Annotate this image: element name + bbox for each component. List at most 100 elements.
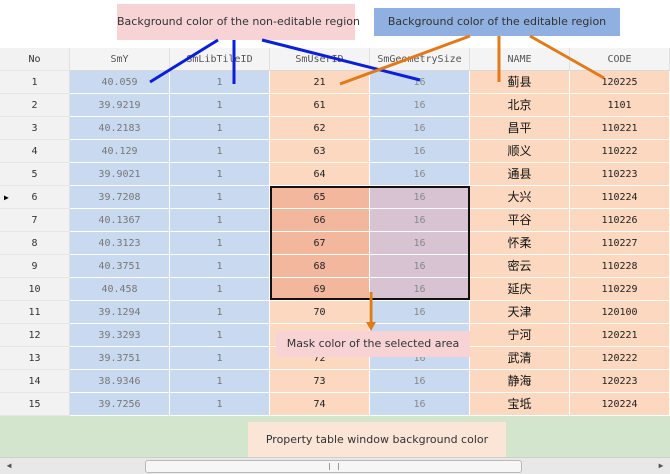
cell-smgeometrysize[interactable]: 16: [370, 71, 470, 94]
cell-code[interactable]: 120100: [570, 301, 670, 324]
cell-smgeometrysize[interactable]: 16: [370, 393, 470, 416]
cell-name[interactable]: 昌平: [470, 117, 570, 140]
cell-code[interactable]: 110221: [570, 117, 670, 140]
cell-name[interactable]: 平谷: [470, 209, 570, 232]
cell-name[interactable]: 延庆: [470, 278, 570, 301]
cell-name[interactable]: 顺义: [470, 140, 570, 163]
column-header-smuserid[interactable]: SmUserID: [270, 48, 370, 71]
cell-name[interactable]: 天津: [470, 301, 570, 324]
row-number[interactable]: 9: [0, 255, 70, 278]
cell-smy[interactable]: 39.9021: [70, 163, 170, 186]
cell-smuserid[interactable]: 73: [270, 370, 370, 393]
cell-smgeometrysize[interactable]: 16: [370, 140, 470, 163]
cell-code[interactable]: 110227: [570, 232, 670, 255]
cell-name[interactable]: 静海: [470, 370, 570, 393]
cell-smlibtileid[interactable]: 1: [170, 140, 270, 163]
column-header-no[interactable]: No: [0, 48, 70, 71]
cell-smy[interactable]: 39.3293: [70, 324, 170, 347]
cell-code[interactable]: 120222: [570, 347, 670, 370]
row-number[interactable]: 4: [0, 140, 70, 163]
cell-smlibtileid[interactable]: 1: [170, 163, 270, 186]
row-number[interactable]: 8: [0, 232, 70, 255]
cell-smlibtileid[interactable]: 1: [170, 117, 270, 140]
cell-smy[interactable]: 40.1367: [70, 209, 170, 232]
cell-smlibtileid[interactable]: 1: [170, 301, 270, 324]
cell-code[interactable]: 1101: [570, 94, 670, 117]
table-row[interactable]: 14 38.9346 1 73 16 静海 120223: [0, 370, 670, 393]
row-number[interactable]: 2: [0, 94, 70, 117]
cell-smuserid[interactable]: 61: [270, 94, 370, 117]
row-number[interactable]: 3: [0, 117, 70, 140]
cell-smy[interactable]: 40.3123: [70, 232, 170, 255]
cell-smlibtileid[interactable]: 1: [170, 186, 270, 209]
cell-code[interactable]: 110223: [570, 163, 670, 186]
table-row[interactable]: 4 40.129 1 63 16 顺义 110222: [0, 140, 670, 163]
scroll-right-arrow-icon[interactable]: ▶: [654, 459, 668, 473]
cell-code[interactable]: 110222: [570, 140, 670, 163]
cell-smy[interactable]: 39.1294: [70, 301, 170, 324]
cell-smy[interactable]: 40.3751: [70, 255, 170, 278]
table-row[interactable]: 1 40.059 1 21 16 蓟县 120225: [0, 71, 670, 94]
cell-code[interactable]: 110229: [570, 278, 670, 301]
row-number[interactable]: 15: [0, 393, 70, 416]
row-number[interactable]: 13: [0, 347, 70, 370]
row-number[interactable]: 1: [0, 71, 70, 94]
cell-smy[interactable]: 39.3751: [70, 347, 170, 370]
column-header-smlibtileid[interactable]: SmLibTileID: [170, 48, 270, 71]
cell-smlibtileid[interactable]: 1: [170, 347, 270, 370]
cell-code[interactable]: 120223: [570, 370, 670, 393]
cell-name[interactable]: 通县: [470, 163, 570, 186]
cell-name[interactable]: 宝坻: [470, 393, 570, 416]
column-header-smgeometrysize[interactable]: SmGeometrySize: [370, 48, 470, 71]
cell-smgeometrysize[interactable]: 16: [370, 370, 470, 393]
table-row[interactable]: 2 39.9219 1 61 16 北京 1101: [0, 94, 670, 117]
row-number[interactable]: 6 ▶: [0, 186, 70, 209]
cell-name[interactable]: 大兴: [470, 186, 570, 209]
cell-smlibtileid[interactable]: 1: [170, 255, 270, 278]
scroll-left-arrow-icon[interactable]: ◀: [2, 459, 16, 473]
cell-smuserid[interactable]: 21: [270, 71, 370, 94]
row-number[interactable]: 10: [0, 278, 70, 301]
horizontal-scrollbar[interactable]: ◀ ▶: [0, 457, 670, 474]
row-number[interactable]: 12: [0, 324, 70, 347]
cell-name[interactable]: 密云: [470, 255, 570, 278]
cell-code[interactable]: 120224: [570, 393, 670, 416]
cell-smlibtileid[interactable]: 1: [170, 232, 270, 255]
cell-smy[interactable]: 39.7208: [70, 186, 170, 209]
cell-smgeometrysize[interactable]: 16: [370, 117, 470, 140]
column-header-code[interactable]: CODE: [570, 48, 670, 71]
table-row[interactable]: 11 39.1294 1 70 16 天津 120100: [0, 301, 670, 324]
table-row[interactable]: 5 39.9021 1 64 16 通县 110223: [0, 163, 670, 186]
cell-smlibtileid[interactable]: 1: [170, 278, 270, 301]
cell-smgeometrysize[interactable]: 16: [370, 163, 470, 186]
cell-smy[interactable]: 40.129: [70, 140, 170, 163]
cell-smlibtileid[interactable]: 1: [170, 209, 270, 232]
cell-name[interactable]: 蓟县: [470, 71, 570, 94]
cell-code[interactable]: 110226: [570, 209, 670, 232]
cell-code[interactable]: 120221: [570, 324, 670, 347]
row-number[interactable]: 7: [0, 209, 70, 232]
scroll-thumb[interactable]: [145, 460, 522, 473]
cell-code[interactable]: 110224: [570, 186, 670, 209]
table-row[interactable]: 3 40.2183 1 62 16 昌平 110221: [0, 117, 670, 140]
cell-smlibtileid[interactable]: 1: [170, 71, 270, 94]
cell-smlibtileid[interactable]: 1: [170, 94, 270, 117]
cell-smuserid[interactable]: 62: [270, 117, 370, 140]
cell-smy[interactable]: 40.458: [70, 278, 170, 301]
column-header-name[interactable]: NAME: [470, 48, 570, 71]
row-number[interactable]: 5: [0, 163, 70, 186]
cell-smlibtileid[interactable]: 1: [170, 324, 270, 347]
row-number[interactable]: 11: [0, 301, 70, 324]
cell-code[interactable]: 110228: [570, 255, 670, 278]
cell-smy[interactable]: 39.9219: [70, 94, 170, 117]
cell-smgeometrysize[interactable]: 16: [370, 301, 470, 324]
cell-smy[interactable]: 39.7256: [70, 393, 170, 416]
cell-smgeometrysize[interactable]: 16: [370, 94, 470, 117]
cell-name[interactable]: 宁河: [470, 324, 570, 347]
cell-name[interactable]: 武清: [470, 347, 570, 370]
cell-name[interactable]: 怀柔: [470, 232, 570, 255]
row-number[interactable]: 14: [0, 370, 70, 393]
column-header-smy[interactable]: SmY: [70, 48, 170, 71]
cell-code[interactable]: 120225: [570, 71, 670, 94]
cell-name[interactable]: 北京: [470, 94, 570, 117]
